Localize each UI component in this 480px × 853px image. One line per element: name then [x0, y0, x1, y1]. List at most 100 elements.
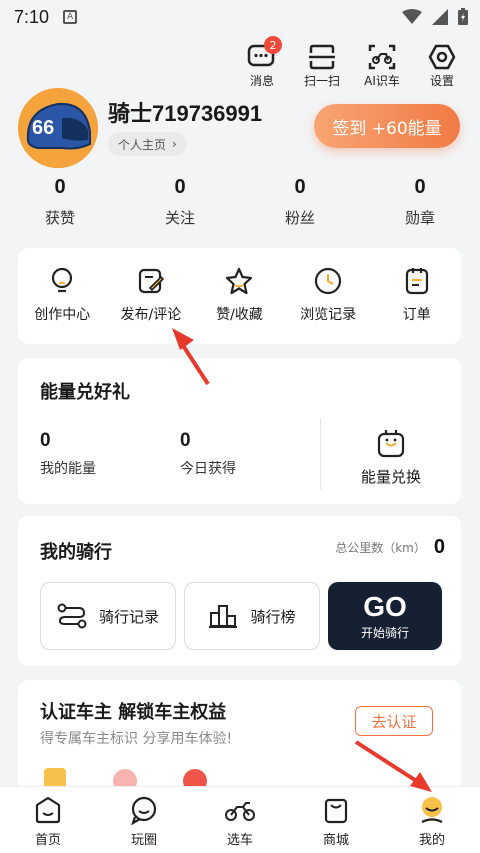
stat-value: 0 [294, 176, 306, 198]
chevron-right-icon: › [172, 137, 177, 151]
ride-record-button[interactable]: 骑行记录 [40, 582, 176, 650]
tab-label: 选车 [226, 833, 253, 848]
shortcut-label: 发布/评论 [120, 307, 182, 323]
start-riding-label: 开始骑行 [360, 625, 409, 640]
shortcut-card: 创作中心 发布/评论 赞/收藏 浏览记录 订单 [18, 248, 461, 344]
tab-mine[interactable]: 我的 [384, 787, 480, 853]
gift-bag-icon [377, 430, 405, 458]
mileage-label: 总公里数（km） [335, 541, 426, 555]
bottom-tab-bar: 首页 玩圈 选车 商城 我的 [0, 786, 480, 853]
edit-icon [138, 268, 165, 294]
stat-label: 粉丝 [284, 209, 315, 227]
ride-rank-label: 骑行榜 [250, 607, 296, 626]
mileage: 总公里数（km） 0 [335, 536, 445, 559]
cert-title: 认证车主 解锁车主权益 [40, 702, 227, 723]
cert-subtitle: 得专属车主标识 分享用车体验! [40, 731, 233, 747]
chat-circle-icon [131, 796, 157, 825]
motorcycle-icon [225, 802, 255, 821]
settings-label: 设置 [429, 74, 454, 88]
status-icons [402, 8, 468, 25]
status-bar: 7:10 A [0, 0, 480, 34]
homepage-label: 个人主页 [118, 137, 167, 152]
my-energy-label: 我的能量 [40, 461, 96, 477]
shopping-bag-icon [324, 798, 348, 824]
profile-stats: 0 获赞 0 关注 0 粉丝 0 勋章 [0, 176, 480, 228]
stat-likes[interactable]: 0 获赞 [0, 176, 120, 228]
stat-following[interactable]: 0 关注 [120, 176, 240, 228]
stat-value: 0 [174, 176, 186, 198]
energy-card: 能量兑好礼 0 我的能量 0 今日获得 能量兑换 [18, 358, 461, 504]
today-energy[interactable]: 0 今日获得 [180, 430, 236, 478]
ride-record-label: 骑行记录 [98, 607, 159, 626]
energy-exchange-label: 能量兑换 [360, 468, 421, 486]
energy-exchange-button[interactable]: 能量兑换 [336, 426, 446, 487]
shortcut-orders[interactable]: 订单 [372, 248, 461, 344]
clock-icon [314, 267, 342, 295]
ride-rank-button[interactable]: 骑行榜 [184, 582, 320, 650]
shortcut-likes-favorites[interactable]: 赞/收藏 [195, 248, 284, 344]
tab-label: 我的 [418, 833, 445, 848]
my-energy-value: 0 [40, 430, 51, 451]
today-energy-label: 今日获得 [180, 461, 236, 477]
star-icon [226, 267, 253, 295]
notification-icon: A [63, 10, 78, 24]
scan-button[interactable]: 扫一扫 [300, 42, 344, 89]
certify-button[interactable]: 去认证 [355, 706, 433, 736]
owner-certification-card: 认证车主 解锁车主权益 得专属车主标识 分享用车体验! 去认证 [18, 680, 461, 800]
battery-icon [458, 8, 468, 25]
status-time: 7:10 [14, 6, 50, 27]
homepage-button[interactable]: 个人主页 › [108, 132, 187, 156]
route-icon [57, 603, 87, 629]
signal-icon [432, 8, 448, 25]
order-icon [405, 268, 428, 295]
shortcut-label: 浏览记录 [300, 307, 357, 323]
shortcut-creator-center[interactable]: 创作中心 [18, 248, 107, 344]
stat-value: 0 [54, 176, 66, 198]
lightbulb-icon [52, 267, 73, 293]
messages-button[interactable]: 2 消息 [240, 36, 284, 89]
helmet-icon: 66 [18, 88, 98, 168]
profile-icon [421, 797, 443, 823]
stat-label: 关注 [164, 209, 195, 227]
tab-home[interactable]: 首页 [0, 787, 96, 853]
message-badge: 2 [264, 36, 282, 54]
messages-label: 消息 [249, 74, 274, 88]
tab-label: 商城 [322, 833, 349, 848]
ai-car-label: AI识车 [364, 74, 400, 88]
shortcut-label: 创作中心 [34, 307, 91, 323]
my-energy[interactable]: 0 我的能量 [40, 430, 96, 478]
shortcut-publish-comment[interactable]: 发布/评论 [107, 248, 196, 344]
tab-mall[interactable]: 商城 [288, 787, 384, 853]
avatar-number: 66 [32, 117, 54, 139]
today-energy-value: 0 [180, 430, 191, 451]
top-actions: 2 消息 扫一扫 AI识车 设置 [240, 36, 464, 89]
mileage-value: 0 [433, 536, 445, 558]
tab-label: 玩圈 [130, 833, 157, 848]
ai-car-button[interactable]: AI识车 [360, 42, 404, 89]
go-label: GO [363, 590, 407, 622]
start-riding-button[interactable]: GO 开始骑行 [328, 582, 442, 650]
ai-car-icon [368, 44, 396, 70]
tab-choose-car[interactable]: 选车 [192, 787, 288, 853]
scan-label: 扫一扫 [303, 74, 340, 88]
shortcut-history[interactable]: 浏览记录 [284, 248, 373, 344]
riding-card: 我的骑行 总公里数（km） 0 骑行记录 骑行榜 GO 开始骑行 [18, 516, 461, 666]
stat-medals[interactable]: 0 勋章 [360, 176, 480, 228]
shortcut-label: 订单 [402, 307, 431, 323]
divider [320, 418, 321, 490]
stat-fans[interactable]: 0 粉丝 [240, 176, 360, 228]
signin-button[interactable]: 签到 +60能量 [314, 104, 460, 148]
scan-icon [309, 44, 335, 70]
tab-label: 首页 [34, 833, 61, 848]
stat-value: 0 [414, 176, 426, 198]
stat-label: 勋章 [404, 209, 435, 227]
username: 骑士719736991 [108, 101, 263, 126]
shortcut-label: 赞/收藏 [216, 307, 263, 323]
tab-circle[interactable]: 玩圈 [96, 787, 192, 853]
energy-title: 能量兑好礼 [40, 382, 130, 403]
avatar[interactable]: 66 [18, 88, 98, 168]
settings-button[interactable]: 设置 [420, 42, 464, 89]
podium-icon [209, 605, 238, 628]
stat-label: 获赞 [44, 209, 75, 227]
wifi-icon [402, 8, 422, 24]
